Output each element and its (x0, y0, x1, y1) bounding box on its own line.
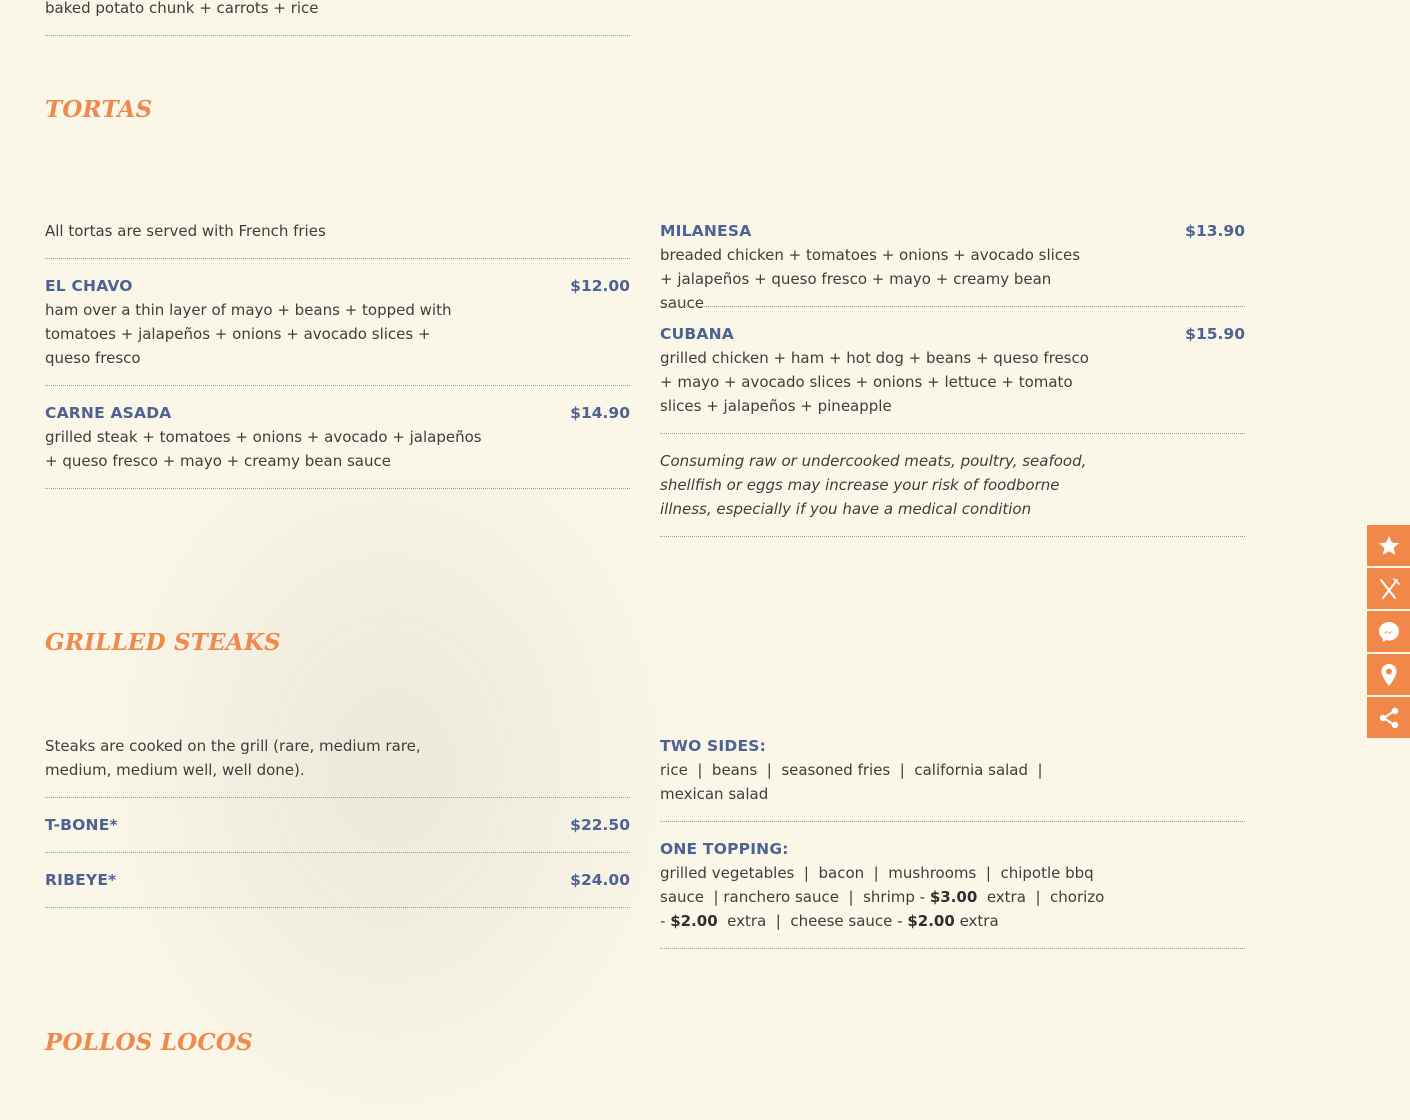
location-button[interactable] (1367, 654, 1410, 695)
reviews-button[interactable] (1367, 525, 1410, 566)
divider (660, 433, 1245, 434)
previous-item-description: baked potato chunk + carrots + rice (45, 0, 319, 17)
item-price: $13.90 (1185, 222, 1245, 240)
share-button[interactable] (1367, 697, 1410, 738)
divider (660, 821, 1245, 822)
section-title-pollos-locos: POLLOS LOCOS (45, 1029, 253, 1056)
topping-price: $3.00 (929, 888, 978, 906)
item-price: $14.90 (570, 404, 630, 422)
share-icon (1379, 707, 1398, 728)
messenger-button[interactable] (1367, 611, 1410, 652)
item-price: $15.90 (1185, 325, 1245, 343)
item-name: CUBANA (660, 325, 734, 343)
messenger-icon (1378, 621, 1399, 642)
tortas-note: All tortas are served with French fries (45, 222, 326, 240)
item-price: $12.00 (570, 277, 630, 295)
two-sides-label: TWO SIDES: (660, 737, 766, 755)
steaks-note: Steaks are cooked on the grill (rare, me… (45, 737, 421, 779)
divider (660, 536, 1245, 537)
one-topping-info: ONE TOPPING: grilled vegetables | bacon … (660, 837, 1245, 933)
section-title-grilled-steaks: GRILLED STEAKS (45, 629, 281, 656)
section-title-tortas: TORTAS (45, 96, 153, 123)
menu-item-milanesa[interactable]: MILANESA $13.90 breaded chicken + tomato… (660, 219, 1245, 315)
item-description: grilled steak + tomatoes + onions + avoc… (45, 428, 482, 470)
topping-text: extra (954, 912, 999, 930)
item-description: breaded chicken + tomatoes + onions + av… (660, 246, 1081, 312)
menu-item-cubana[interactable]: CUBANA $15.90 grilled chicken + ham + ho… (660, 322, 1245, 418)
menu-item-t-bone[interactable]: T-BONE* $22.50 (45, 813, 630, 837)
item-price: $22.50 (570, 816, 630, 834)
divider (45, 385, 630, 386)
two-sides-options: rice | beans | seasoned fries | californ… (660, 761, 1053, 803)
item-name: EL CHAVO (45, 277, 133, 295)
location-pin-icon (1381, 663, 1396, 686)
menu-item-carne-asada[interactable]: CARNE ASADA $14.90 grilled steak + tomat… (45, 401, 630, 473)
item-description: grilled chicken + ham + hot dog + beans … (660, 349, 1089, 415)
divider (45, 907, 630, 908)
divider (45, 852, 630, 853)
divider (45, 35, 630, 36)
divider (660, 948, 1245, 949)
item-description: ham over a thin layer of mayo + beans + … (45, 301, 452, 367)
menu-button[interactable] (1367, 568, 1410, 609)
item-price: $24.00 (570, 871, 630, 889)
floating-action-bar (1367, 525, 1410, 740)
two-sides-info: TWO SIDES: rice | beans | seasoned fries… (660, 734, 1245, 806)
fork-knife-icon (1379, 577, 1400, 599)
item-name: RIBEYE* (45, 871, 117, 889)
menu-item-el-chavo[interactable]: EL CHAVO $12.00 ham over a thin layer of… (45, 274, 630, 370)
divider (660, 306, 1245, 307)
divider (45, 258, 630, 259)
menu-item-ribeye[interactable]: RIBEYE* $24.00 (45, 868, 630, 892)
topping-price: $2.00 (670, 912, 718, 930)
background-decoration (110, 480, 670, 1120)
divider (45, 797, 630, 798)
food-safety-disclaimer: Consuming raw or undercooked meats, poul… (660, 452, 1087, 518)
divider (45, 488, 630, 489)
item-name: MILANESA (660, 222, 752, 240)
one-topping-options: grilled vegetables | bacon | mushrooms |… (660, 861, 1105, 933)
topping-price: $2.00 (907, 912, 955, 930)
topping-text: extra | cheese sauce - (717, 912, 908, 930)
one-topping-label: ONE TOPPING: (660, 840, 789, 858)
item-name: CARNE ASADA (45, 404, 172, 422)
star-icon (1378, 535, 1399, 555)
item-name: T-BONE* (45, 816, 118, 834)
